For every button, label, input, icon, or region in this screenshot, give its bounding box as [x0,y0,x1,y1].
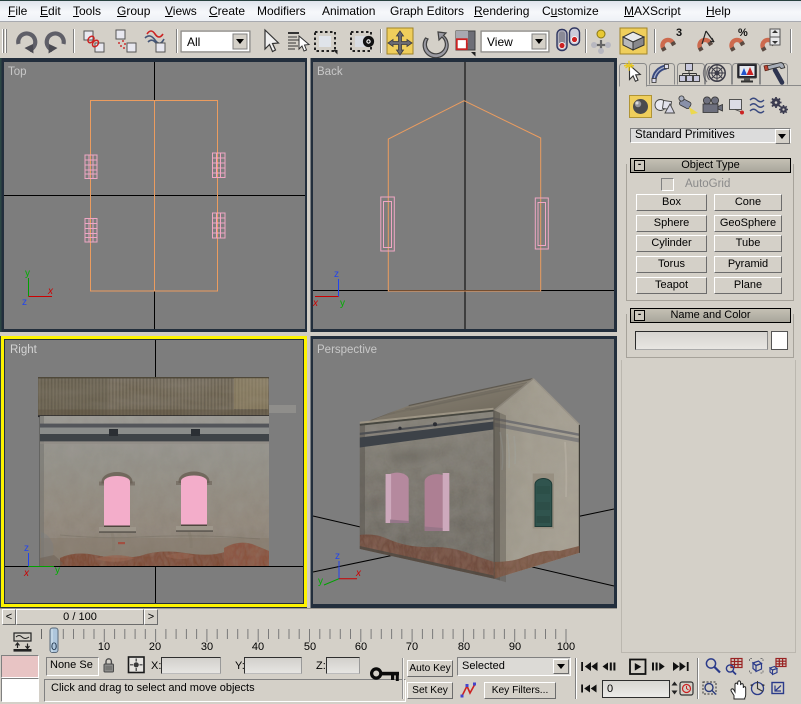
svg-text:Perspective: Perspective [317,344,377,356]
svg-text:3: 3 [676,27,682,39]
svg-text:20: 20 [149,641,161,653]
svg-text:y: y [318,576,323,587]
svg-text:70: 70 [406,641,418,653]
svg-text:50: 50 [304,641,316,653]
svg-text:Right: Right [10,344,38,356]
svg-text:x: x [23,568,30,579]
svg-text:Back: Back [317,66,343,78]
svg-text:z: z [22,297,27,308]
svg-text:Top: Top [8,66,27,78]
svg-text:x: x [355,568,362,579]
svg-text:z: z [334,269,339,280]
svg-text:40: 40 [252,641,264,653]
svg-text:View: View [487,35,513,49]
svg-text:60: 60 [355,641,367,653]
svg-text:y: y [340,298,345,309]
svg-text:y: y [25,268,30,279]
svg-text:z: z [335,551,340,562]
svg-text:30: 30 [201,641,213,653]
svg-text:All: All [187,35,200,49]
svg-text:80: 80 [458,641,470,653]
svg-text:100: 100 [557,641,575,653]
svg-text:z: z [24,543,29,554]
svg-text:x: x [47,286,54,297]
svg-text:y: y [55,565,60,576]
svg-text:0: 0 [51,641,57,653]
svg-text:x: x [312,298,319,309]
svg-text:90: 90 [509,641,521,653]
svg-text:10: 10 [98,641,110,653]
svg-text:%: % [738,27,748,39]
